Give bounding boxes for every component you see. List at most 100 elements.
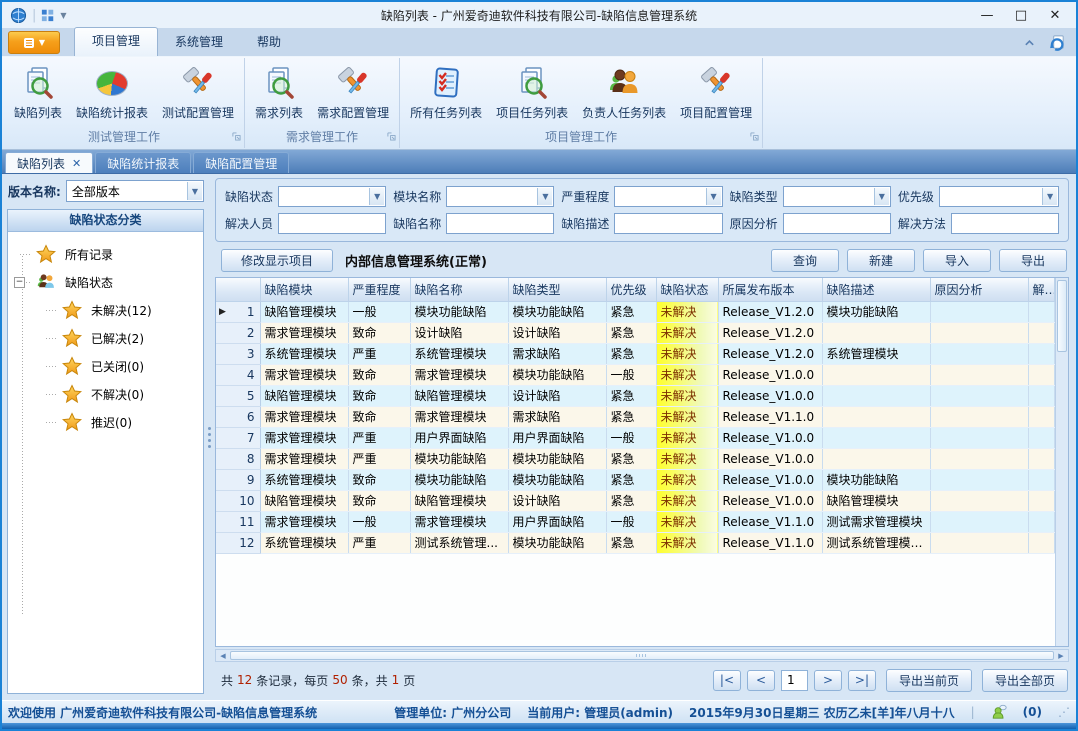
scroll-left-icon[interactable]: ◀ (216, 650, 230, 661)
cell-release[interactable]: Release_V1.2.0 (718, 343, 822, 364)
tree-item-status[interactable]: 不解决(0) (12, 380, 199, 408)
cell-type[interactable]: 设计缺陷 (508, 490, 606, 511)
cell-module[interactable]: 系统管理模块 (260, 469, 348, 490)
cell-module[interactable]: 需求管理模块 (260, 322, 348, 343)
quick-access-caret-icon[interactable]: ▼ (60, 11, 66, 20)
tab-close-icon[interactable]: ✕ (72, 157, 81, 170)
filter-select[interactable]: ▼ (446, 186, 554, 207)
col-selector[interactable] (216, 278, 260, 301)
col-priority[interactable]: 优先级 (606, 278, 656, 301)
cell-release[interactable]: Release_V1.1.0 (718, 532, 822, 553)
row-selector[interactable]: 8 (216, 448, 260, 469)
dialog-launcher-icon[interactable] (232, 130, 241, 144)
cell-description[interactable]: 模块功能缺陷 (822, 301, 930, 322)
cell-priority[interactable]: 紧急 (606, 490, 656, 511)
cell-description[interactable] (822, 322, 930, 343)
chevron-down-icon[interactable]: ▼ (187, 182, 202, 200)
filter-select[interactable]: ▼ (939, 186, 1059, 207)
cell-cause[interactable] (930, 364, 1028, 385)
cell-solution[interactable] (1028, 490, 1055, 511)
tree-item-status[interactable]: 已关闭(0) (12, 352, 199, 380)
prev-page-button[interactable]: < (747, 670, 775, 691)
row-selector[interactable]: 2 (216, 322, 260, 343)
cell-status[interactable]: 未解决 (656, 490, 718, 511)
cell-cause[interactable] (930, 532, 1028, 553)
quick-access-grid-icon[interactable] (41, 8, 55, 22)
horizontal-scrollbar[interactable]: ◀ ▶ (215, 649, 1069, 662)
cell-solution[interactable] (1028, 448, 1055, 469)
action-button[interactable]: 新建 (847, 249, 915, 272)
cell-cause[interactable] (930, 343, 1028, 364)
cell-solution[interactable] (1028, 301, 1055, 322)
cell-name[interactable]: 设计缺陷 (410, 322, 508, 343)
cell-release[interactable]: Release_V1.1.0 (718, 511, 822, 532)
action-button[interactable]: 导出 (999, 249, 1067, 272)
cell-name[interactable]: 缺陷管理模块 (410, 385, 508, 406)
row-selector[interactable]: ▶1 (216, 301, 260, 322)
vertical-scrollbar[interactable] (1055, 278, 1068, 646)
cell-solution[interactable] (1028, 427, 1055, 448)
chevron-down-icon[interactable]: ▼ (537, 188, 552, 205)
tab-defect-report[interactable]: 缺陷统计报表 (95, 152, 191, 173)
cell-priority[interactable]: 一般 (606, 364, 656, 385)
cell-solution[interactable] (1028, 532, 1055, 553)
tree-item-all-records[interactable]: 所有记录 (12, 240, 199, 268)
cell-description[interactable] (822, 427, 930, 448)
cell-status[interactable]: 未解决 (656, 343, 718, 364)
version-select[interactable]: 全部版本 ▼ (66, 180, 204, 202)
cell-release[interactable]: Release_V1.0.0 (718, 364, 822, 385)
cell-status[interactable]: 未解决 (656, 469, 718, 490)
cell-severity[interactable]: 致命 (348, 406, 410, 427)
cell-status[interactable]: 未解决 (656, 448, 718, 469)
export-current-page-button[interactable]: 导出当前页 (886, 669, 972, 692)
cell-type[interactable]: 设计缺陷 (508, 322, 606, 343)
cell-cause[interactable] (930, 301, 1028, 322)
cell-priority[interactable]: 紧急 (606, 322, 656, 343)
filter-select[interactable]: ▼ (614, 186, 722, 207)
cell-module[interactable]: 缺陷管理模块 (260, 490, 348, 511)
cell-name[interactable]: 需求管理模块 (410, 364, 508, 385)
chevron-down-icon[interactable]: ▼ (874, 188, 889, 205)
cell-release[interactable]: Release_V1.0.0 (718, 427, 822, 448)
table-row[interactable]: 10 缺陷管理模块 致命 缺陷管理模块 设计缺陷 紧急 未解决 Release_… (216, 490, 1055, 511)
table-row[interactable]: 5 缺陷管理模块 致命 缺陷管理模块 设计缺陷 紧急 未解决 Release_V… (216, 385, 1055, 406)
filter-select[interactable]: ▼ (278, 186, 386, 207)
table-row[interactable]: 3 系统管理模块 严重 系统管理模块 需求缺陷 紧急 未解决 Release_V… (216, 343, 1055, 364)
cell-type[interactable]: 需求缺陷 (508, 343, 606, 364)
cell-type[interactable]: 用户界面缺陷 (508, 427, 606, 448)
tab-defect-config[interactable]: 缺陷配置管理 (193, 152, 289, 173)
tree-item-status[interactable]: 未解决(12) (12, 296, 199, 324)
col-release[interactable]: 所属发布版本 (718, 278, 822, 301)
defect-list-button[interactable]: 缺陷列表 (7, 61, 69, 125)
row-selector[interactable]: 4 (216, 364, 260, 385)
app-globe-icon[interactable] (10, 7, 27, 24)
app-menu-button[interactable]: ▼ (8, 31, 60, 54)
table-row[interactable]: 8 需求管理模块 严重 模块功能缺陷 模块功能缺陷 紧急 未解决 Release… (216, 448, 1055, 469)
row-selector[interactable]: 7 (216, 427, 260, 448)
cell-description[interactable] (822, 448, 930, 469)
col-status[interactable]: 缺陷状态 (656, 278, 718, 301)
cell-description[interactable]: 模块功能缺陷 (822, 469, 930, 490)
filter-input[interactable] (614, 213, 722, 234)
table-row[interactable]: 7 需求管理模块 严重 用户界面缺陷 用户界面缺陷 一般 未解决 Release… (216, 427, 1055, 448)
cell-status[interactable]: 未解决 (656, 301, 718, 322)
cell-type[interactable]: 模块功能缺陷 (508, 532, 606, 553)
tab-defect-list[interactable]: 缺陷列表 ✕ (5, 152, 93, 173)
cell-name[interactable]: 系统管理模块 (410, 343, 508, 364)
cell-description[interactable]: 测试需求管理模块 (822, 511, 930, 532)
cell-severity[interactable]: 严重 (348, 448, 410, 469)
chevron-down-icon[interactable]: ▼ (1042, 188, 1057, 205)
cell-solution[interactable] (1028, 385, 1055, 406)
cell-cause[interactable] (930, 448, 1028, 469)
cell-solution[interactable] (1028, 343, 1055, 364)
table-row[interactable]: 2 需求管理模块 致命 设计缺陷 设计缺陷 紧急 未解决 Release_V1.… (216, 322, 1055, 343)
cell-release[interactable]: Release_V1.1.0 (718, 406, 822, 427)
filter-input[interactable] (446, 213, 554, 234)
row-selector[interactable]: 3 (216, 343, 260, 364)
cell-severity[interactable]: 严重 (348, 427, 410, 448)
table-row[interactable]: 12 系统管理模块 严重 测试系统管理... 模块功能缺陷 紧急 未解决 Rel… (216, 532, 1055, 553)
page-number-input[interactable] (781, 670, 808, 691)
cell-name[interactable]: 需求管理模块 (410, 511, 508, 532)
tree-item-status[interactable]: 推迟(0) (12, 408, 199, 436)
cell-module[interactable]: 需求管理模块 (260, 427, 348, 448)
